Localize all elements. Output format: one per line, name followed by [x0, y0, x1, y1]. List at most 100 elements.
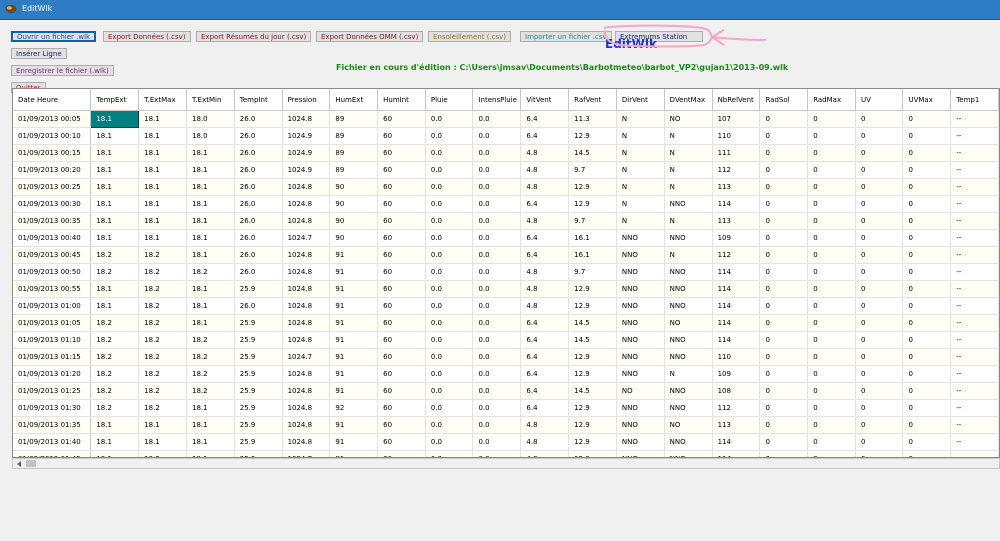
table-cell[interactable]: NO [664, 314, 713, 332]
table-cell[interactable]: -- [950, 263, 999, 281]
table-cell[interactable]: 0 [855, 331, 904, 349]
table-cell[interactable]: 91 [329, 365, 379, 383]
table-cell[interactable]: 0 [759, 348, 809, 366]
table-cell[interactable]: 0 [855, 399, 904, 417]
table-cell[interactable]: 1024.8 [282, 178, 331, 196]
table-cell[interactable]: 18.1 [138, 110, 187, 128]
table-cell[interactable]: 9.7 [568, 161, 617, 179]
row-datetime-cell[interactable]: 01/09/2013 01:45 [13, 450, 92, 457]
table-cell[interactable]: N [616, 110, 665, 128]
table-cell[interactable]: NNO [664, 263, 713, 281]
table-cell[interactable]: 18.2 [138, 331, 187, 349]
table-cell[interactable]: 14.5 [568, 331, 617, 349]
table-cell[interactable]: 18.1 [90, 297, 140, 315]
table-cell[interactable]: NNO [664, 280, 713, 298]
table-cell[interactable]: 1024.7 [282, 450, 331, 457]
table-cell[interactable]: 25.9 [234, 314, 283, 332]
column-header[interactable]: DVentMax [664, 89, 713, 111]
table-cell[interactable]: 18.2 [90, 399, 140, 417]
table-cell[interactable]: 0 [902, 450, 952, 457]
table-cell[interactable]: 9.7 [568, 212, 617, 230]
table-cell[interactable]: NNO [616, 246, 665, 264]
table-cell[interactable]: N [664, 127, 713, 145]
table-cell[interactable]: 0 [855, 212, 904, 230]
table-cell[interactable]: 60 [377, 144, 426, 162]
table-cell[interactable]: 9.7 [568, 263, 617, 281]
table-cell[interactable]: 91 [329, 450, 379, 457]
table-cell[interactable]: 0.0 [472, 144, 522, 162]
table-cell[interactable]: 18.2 [186, 331, 235, 349]
table-cell[interactable]: 0 [807, 280, 856, 298]
table-cell[interactable]: 4.8 [520, 433, 570, 451]
table-cell[interactable]: NNO [664, 297, 713, 315]
table-cell[interactable]: 18.2 [90, 314, 140, 332]
table-cell[interactable]: 25.9 [234, 331, 283, 349]
table-cell[interactable]: 12.9 [568, 127, 617, 145]
table-cell[interactable]: 26.0 [234, 178, 283, 196]
table-cell[interactable]: 16.1 [568, 229, 617, 247]
table-cell[interactable]: 1024.8 [282, 433, 331, 451]
table-cell[interactable]: N [616, 127, 665, 145]
column-header[interactable]: Pluie [425, 89, 474, 111]
table-cell[interactable]: 18.2 [138, 450, 187, 457]
table-cell[interactable]: 0.0 [425, 246, 474, 264]
table-cell[interactable]: 18.2 [186, 263, 235, 281]
table-cell[interactable]: 0 [855, 127, 904, 145]
table-cell[interactable]: 0.0 [472, 382, 522, 400]
table-cell[interactable]: 0 [807, 450, 856, 457]
row-datetime-cell[interactable]: 01/09/2013 00:25 [13, 178, 92, 196]
table-cell[interactable]: 60 [377, 263, 426, 281]
table-cell[interactable]: N [616, 178, 665, 196]
table-cell[interactable]: 0 [902, 178, 952, 196]
table-cell[interactable]: 18.1 [90, 280, 140, 298]
table-cell[interactable]: 26.0 [234, 144, 283, 162]
table-cell[interactable]: 18.1 [138, 212, 187, 230]
table-cell[interactable]: 0 [807, 246, 856, 264]
table-cell[interactable]: 90 [329, 212, 379, 230]
table-cell[interactable]: 1024.7 [282, 229, 331, 247]
table-cell[interactable]: N [664, 246, 713, 264]
table-cell[interactable]: 4.8 [520, 297, 570, 315]
table-cell[interactable]: -- [950, 348, 999, 366]
table-cell[interactable]: -- [950, 450, 999, 457]
table-cell[interactable]: 0 [855, 195, 904, 213]
table-cell[interactable]: 60 [377, 416, 426, 434]
table-cell[interactable]: 18.1 [138, 433, 187, 451]
table-cell[interactable]: 0 [807, 433, 856, 451]
table-cell[interactable]: 0 [902, 212, 952, 230]
table-cell[interactable]: 18.2 [138, 246, 187, 264]
table-cell[interactable]: 0 [807, 110, 856, 128]
table-cell[interactable]: 60 [377, 314, 426, 332]
table-cell[interactable]: 6.4 [520, 246, 570, 264]
table-cell[interactable]: 60 [377, 212, 426, 230]
table-cell[interactable]: 0 [807, 195, 856, 213]
table-cell[interactable]: 0 [807, 416, 856, 434]
table-cell[interactable]: NNO [664, 195, 713, 213]
table-cell[interactable]: 60 [377, 382, 426, 400]
table-cell[interactable]: 0 [759, 314, 809, 332]
table-cell[interactable]: 0.0 [472, 399, 522, 417]
table-cell[interactable]: 60 [377, 365, 426, 383]
table-cell[interactable]: 11.3 [568, 110, 617, 128]
table-cell[interactable]: -- [950, 195, 999, 213]
table-cell[interactable]: 18.1 [186, 195, 235, 213]
column-header[interactable]: T.ExtMin [186, 89, 235, 111]
table-cell[interactable]: 0.0 [425, 331, 474, 349]
column-header[interactable]: IntensPluie [472, 89, 522, 111]
row-datetime-cell[interactable]: 01/09/2013 00:05 [13, 110, 92, 128]
table-cell[interactable]: -- [950, 246, 999, 264]
table-cell[interactable]: 0 [807, 331, 856, 349]
table-cell[interactable]: 6.4 [520, 331, 570, 349]
table-cell[interactable]: 18.2 [90, 382, 140, 400]
table-cell[interactable]: NNO [616, 297, 665, 315]
table-cell[interactable]: -- [950, 280, 999, 298]
table-cell[interactable]: 111 [712, 144, 761, 162]
table-cell[interactable]: 6.4 [520, 229, 570, 247]
table-cell[interactable]: 0.0 [472, 110, 522, 128]
table-cell[interactable]: NNO [616, 314, 665, 332]
row-datetime-cell[interactable]: 01/09/2013 00:45 [13, 246, 92, 264]
scroll-thumb[interactable] [26, 460, 36, 467]
table-cell[interactable]: 25.9 [234, 365, 283, 383]
table-cell[interactable]: 0 [759, 331, 809, 349]
table-cell[interactable]: 0.0 [472, 178, 522, 196]
